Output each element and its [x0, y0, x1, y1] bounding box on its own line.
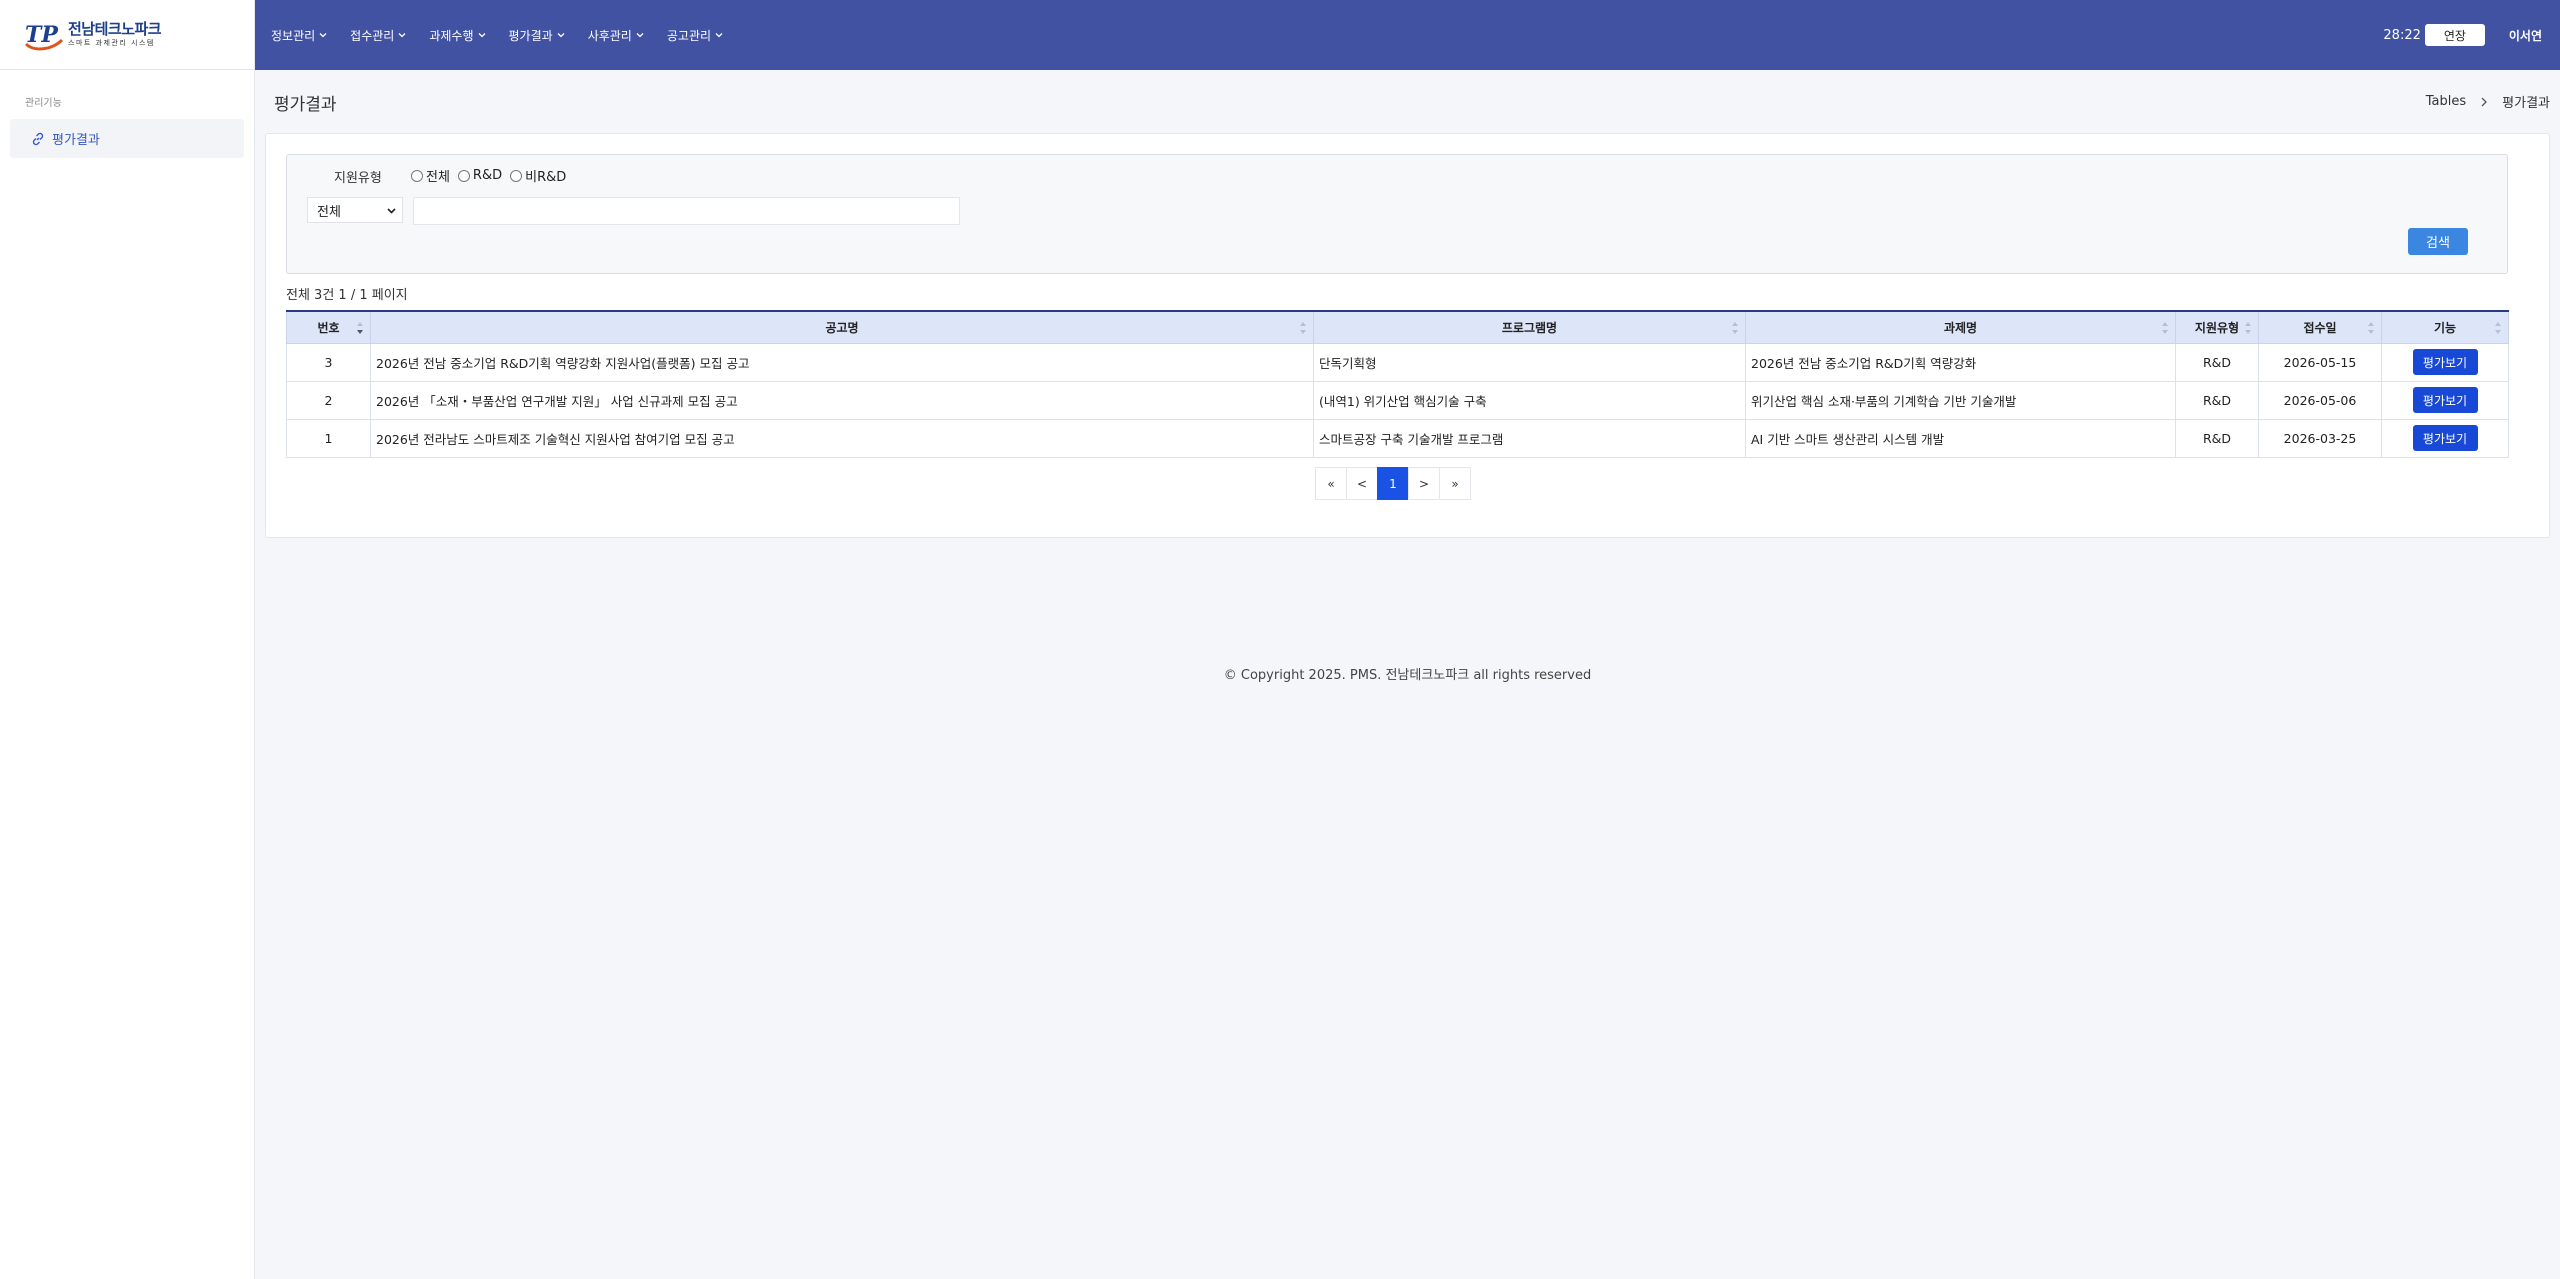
table-row[interactable]: 3 2026년 전남 중소기업 R&D기획 역량강화 지원사업(플랫폼) 모집 …	[286, 342, 2509, 382]
brand-subtitle: 스마트 과제관리 시스템	[68, 39, 155, 47]
col-header-action[interactable]: 기능	[2381, 310, 2509, 344]
chevron-down-icon	[319, 33, 327, 38]
cell-project: AI 기반 스마트 생산관리 시스템 개발	[1745, 418, 2176, 458]
menu-notice-management[interactable]: 공고관리	[667, 27, 723, 44]
menu-evaluation-results[interactable]: 평가결과	[509, 27, 565, 44]
user-name[interactable]: 이서연	[2509, 27, 2542, 44]
extend-session-button[interactable]: 연장	[2424, 24, 2485, 46]
table-row[interactable]: 1 2026년 전라남도 스마트제조 기술혁신 지원사업 참여기업 모집 공고 …	[286, 418, 2509, 458]
menu-post-management[interactable]: 사후관리	[588, 27, 644, 44]
results-table: 번호 공고명 프로그램명 과제명 지원유형 접수일 기능 3 2026년 전남 …	[286, 310, 2509, 458]
radio-rnd[interactable]: R&D	[457, 168, 502, 183]
col-header-type[interactable]: 지원유형	[2175, 310, 2259, 344]
support-type-label: 지원유형	[334, 171, 382, 186]
col-header-program[interactable]: 프로그램명	[1313, 310, 1746, 344]
sort-icon	[2245, 322, 2251, 334]
cell-notice: 2026년 전라남도 스마트제조 기술혁신 지원사업 참여기업 모집 공고	[370, 418, 1314, 458]
brand-logo[interactable]: TP 전남테크노파크 스마트 과제관리 시스템	[0, 0, 254, 70]
search-input[interactable]	[413, 197, 960, 225]
cell-notice: 2026년 「소재・부품산업 연구개발 지원」 사업 신규과제 모집 공고	[370, 380, 1314, 420]
breadcrumb-current: 평가결과	[2502, 96, 2550, 111]
view-evaluation-button[interactable]: 평가보기	[2412, 349, 2478, 375]
radio-circle[interactable]	[510, 169, 523, 182]
results-card: 지원유형 전체 R&D 비R&D 전체 검색 전체 3건 1 / 1 페이지 번…	[265, 133, 2550, 538]
breadcrumb: Tables 평가결과	[2426, 92, 2550, 111]
chevron-down-icon	[478, 33, 485, 38]
main-menu: 정보관리 접수관리 과제수행 평가결과 사후관리 공고관리	[271, 27, 746, 44]
col-header-no[interactable]: 번호	[286, 310, 371, 344]
breadcrumb-tables[interactable]: Tables	[2426, 94, 2466, 109]
chevron-down-icon	[557, 33, 565, 38]
radio-circle[interactable]	[457, 169, 470, 182]
col-header-date[interactable]: 접수일	[2258, 310, 2382, 344]
sort-icon	[1300, 322, 1306, 334]
table-header-row: 번호 공고명 프로그램명 과제명 지원유형 접수일 기능	[286, 310, 2509, 344]
cell-date: 2026-05-15	[2258, 342, 2382, 382]
cell-program: 스마트공장 구축 기술개발 프로그램	[1313, 418, 1746, 458]
svg-text:TP: TP	[25, 22, 59, 48]
cell-type: R&D	[2175, 342, 2259, 382]
cell-program: (내역1) 위기산업 핵심기술 구축	[1313, 380, 1746, 420]
cell-no: 2	[286, 380, 371, 420]
view-evaluation-button[interactable]: 평가보기	[2412, 425, 2478, 451]
support-type-radios: 전체 R&D 비R&D	[411, 166, 574, 185]
col-header-project[interactable]: 과제명	[1745, 310, 2176, 344]
search-field-select[interactable]: 전체	[307, 197, 403, 223]
chevron-down-icon	[636, 33, 644, 38]
sort-icon	[2162, 322, 2168, 334]
cell-action: 평가보기	[2381, 418, 2509, 458]
cell-no: 3	[286, 342, 371, 382]
cell-program: 단독기획형	[1313, 342, 1746, 382]
table-row[interactable]: 2 2026년 「소재・부품산업 연구개발 지원」 사업 신규과제 모집 공고 …	[286, 380, 2509, 420]
cell-notice: 2026년 전남 중소기업 R&D기획 역량강화 지원사업(플랫폼) 모집 공고	[370, 342, 1314, 382]
cell-project: 위기산업 핵심 소재·부품의 기계학습 기반 기술개발	[1745, 380, 2176, 420]
radio-circle[interactable]	[411, 169, 423, 182]
chevron-right-icon	[2481, 97, 2488, 106]
cell-action: 평가보기	[2381, 342, 2509, 382]
sort-icon	[2368, 322, 2374, 334]
page-1-button[interactable]: 1	[1377, 467, 1409, 500]
session-timer: 28:22	[2383, 27, 2421, 43]
tp-logo-icon: TP	[24, 22, 64, 50]
radio-all[interactable]: 전체	[411, 166, 450, 185]
cell-date: 2026-03-25	[2258, 418, 2382, 458]
cell-action: 평가보기	[2381, 380, 2509, 420]
brand-title: 전남테크노파크	[68, 20, 162, 38]
cell-date: 2026-05-06	[2258, 380, 2382, 420]
menu-project-execution[interactable]: 과제수행	[429, 27, 485, 44]
sort-icon	[1732, 322, 1738, 334]
chevron-down-icon	[398, 33, 406, 38]
page-next-button[interactable]: >	[1408, 467, 1440, 500]
page-header: 평가결과 Tables 평가결과	[274, 88, 2550, 116]
view-evaluation-button[interactable]: 평가보기	[2412, 387, 2478, 413]
sidebar-item-evaluation-results[interactable]: 평가결과	[10, 119, 244, 158]
search-panel: 지원유형 전체 R&D 비R&D 전체 검색	[286, 154, 2508, 274]
radio-non-rnd[interactable]: 비R&D	[510, 166, 566, 185]
top-navigation: 정보관리 접수관리 과제수행 평가결과 사후관리 공고관리 28:22 연장 이…	[255, 0, 2560, 70]
chevron-down-icon	[715, 33, 723, 38]
page-prev-button[interactable]: <	[1346, 467, 1378, 500]
menu-intake-management[interactable]: 접수관리	[350, 27, 406, 44]
link-icon	[32, 132, 44, 145]
page-last-button[interactable]: »	[1439, 467, 1471, 500]
sort-desc-icon	[357, 322, 363, 334]
cell-no: 1	[286, 418, 371, 458]
page-first-button[interactable]: «	[1315, 467, 1347, 500]
pagination: « < 1 > »	[1315, 467, 1471, 500]
result-count: 전체 3건 1 / 1 페이지	[286, 288, 408, 303]
nav-user-area: 28:22 연장 이서연	[2383, 0, 2542, 70]
sidebar-item-label: 평가결과	[52, 133, 100, 148]
col-header-notice[interactable]: 공고명	[370, 310, 1314, 344]
cell-type: R&D	[2175, 418, 2259, 458]
cell-project: 2026년 전남 중소기업 R&D기획 역량강화	[1745, 342, 2176, 382]
sidebar-section-label: 관리기능	[25, 98, 62, 109]
cell-type: R&D	[2175, 380, 2259, 420]
menu-info-management[interactable]: 정보관리	[271, 27, 327, 44]
page-title: 평가결과	[274, 95, 337, 115]
sort-icon	[2495, 322, 2501, 334]
search-button[interactable]: 검색	[2408, 228, 2468, 255]
sidebar: TP 전남테크노파크 스마트 과제관리 시스템 관리기능 평가결과	[0, 0, 255, 1279]
footer-copyright: © Copyright 2025. PMS. 전남테크노파크 all right…	[1223, 668, 1592, 683]
chevron-down-icon	[387, 208, 396, 214]
